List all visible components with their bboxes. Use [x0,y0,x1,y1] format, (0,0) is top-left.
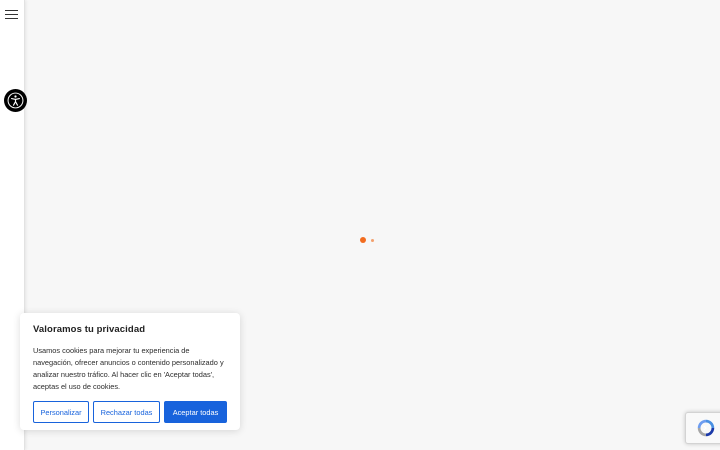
loader-dot [371,239,374,242]
accessibility-person-icon [7,92,24,109]
hamburger-menu-icon[interactable] [5,8,19,20]
customize-button[interactable]: Personalizar [33,401,89,423]
loader-dot [360,237,366,243]
menu-line [5,14,18,16]
accessibility-button[interactable] [4,89,27,112]
page-loader [360,237,380,245]
cookie-description: Usamos cookies para mejorar tu experienc… [33,346,224,391]
cookie-consent-banner: Valoramos tu privacidad Usamos cookies p… [20,313,240,430]
cookie-actions: Personalizar Rechazar todas Aceptar toda… [33,401,227,423]
accept-all-button[interactable]: Aceptar todas [164,401,227,423]
reject-all-button[interactable]: Rechazar todas [93,401,160,423]
recaptcha-logo-icon [697,419,714,437]
menu-line [5,18,18,20]
menu-line [5,10,18,12]
cookie-title: Valoramos tu privacidad [33,324,146,335]
recaptcha-badge[interactable] [685,412,720,444]
